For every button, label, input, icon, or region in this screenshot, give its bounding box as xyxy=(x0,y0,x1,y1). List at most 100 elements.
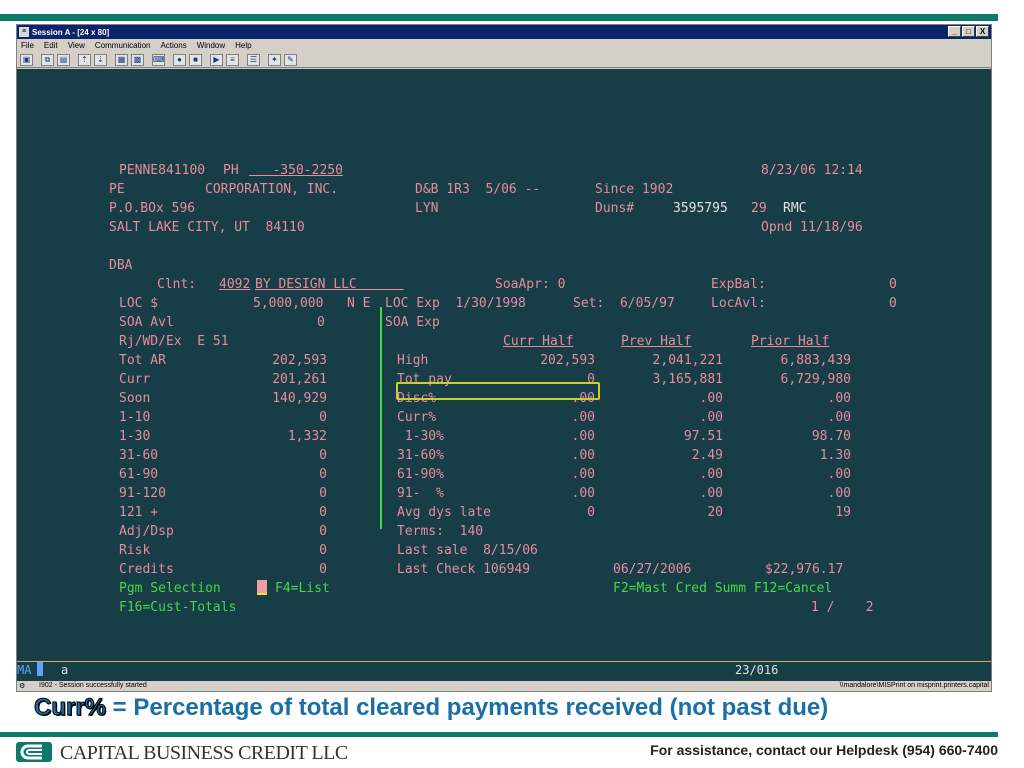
stop-macro-icon[interactable]: ■ xyxy=(189,53,202,66)
soa-available-label: SOA Avl xyxy=(119,315,174,330)
history-curr: 202,593 xyxy=(540,353,595,368)
input-mode-indicator: a xyxy=(61,663,69,677)
history-prev: 97.51 xyxy=(683,429,723,444)
history-label: Curr% xyxy=(397,410,437,425)
menu-file[interactable]: File xyxy=(21,41,34,50)
paste-icon[interactable]: ▤ xyxy=(57,53,70,66)
phone-label: PH xyxy=(223,163,239,178)
help-icon[interactable]: ✎ xyxy=(284,53,297,66)
menu-edit[interactable]: Edit xyxy=(44,41,58,50)
loc-available-value: 0 xyxy=(889,296,897,311)
history-prior: 6,729,980 xyxy=(780,372,851,387)
history-label: 31-60% xyxy=(397,448,444,463)
history-label: High xyxy=(397,353,429,368)
phone-number: -350-2250 xyxy=(249,163,343,178)
history-prior: 6,883,439 xyxy=(780,353,851,368)
macro-list-icon[interactable]: ≡ xyxy=(226,53,239,66)
history-curr: 0 xyxy=(587,505,595,520)
rmc-code: RMC xyxy=(783,201,807,216)
soa-available-value: 0 xyxy=(317,315,325,330)
menu-view[interactable]: View xyxy=(68,41,85,50)
customize-icon[interactable]: ☰ xyxy=(247,53,260,66)
loc-ne: N E xyxy=(347,296,371,311)
minimize-button[interactable]: _ xyxy=(948,26,961,37)
aging-value: 0 xyxy=(319,524,327,539)
company-name: CORPORATION, INC. xyxy=(205,182,339,197)
history-curr: .00 xyxy=(571,429,595,444)
print-screen-icon[interactable]: ▣ xyxy=(20,53,33,66)
history-prev: 2,041,221 xyxy=(652,353,723,368)
aging-label: Risk xyxy=(119,543,151,558)
keyboard-icon[interactable]: ⌨ xyxy=(152,53,165,66)
history-prev: 3,165,881 xyxy=(652,372,723,387)
f4-list-key[interactable]: F4=List xyxy=(275,581,330,597)
aging-label: 91-120 xyxy=(119,486,166,501)
maximize-button[interactable]: □ xyxy=(962,26,975,37)
aging-label: Tot AR xyxy=(119,353,166,368)
aging-value: 0 xyxy=(319,543,327,558)
column-divider xyxy=(380,307,382,529)
address-line: P.O.BOx 596 xyxy=(109,201,196,216)
history-prior: 98.70 xyxy=(811,429,851,444)
history-prior: .00 xyxy=(827,486,851,501)
play-macro-icon[interactable]: ▶ xyxy=(210,53,223,66)
opened-date: Opnd 11/18/96 xyxy=(761,220,863,235)
aging-label: 61-90 xyxy=(119,467,159,482)
loc-label: LOC $ xyxy=(119,296,159,311)
history-curr: .00 xyxy=(571,467,595,482)
menu-actions[interactable]: Actions xyxy=(160,41,186,50)
aging-value: 0 xyxy=(319,448,327,463)
set-date: Set: 6/05/97 xyxy=(573,296,675,311)
pgm-selection-input[interactable] xyxy=(257,580,267,595)
copy-icon[interactable]: ⧉ xyxy=(41,53,54,66)
aging-label: Curr xyxy=(119,372,151,387)
loc-value: 5,000,000 xyxy=(253,296,324,311)
aging-value: 140,929 xyxy=(272,391,327,406)
aging-label: 31-60 xyxy=(119,448,159,463)
aging-label: Credits xyxy=(119,562,174,577)
caption-term: Curr% xyxy=(33,694,107,722)
account-id: PENNE841100 xyxy=(119,163,206,178)
color-icon[interactable]: ▩ xyxy=(131,53,144,66)
pgm-selection-label: Pgm Selection xyxy=(119,581,221,596)
status-message: I902 - Session successfully started xyxy=(39,682,147,689)
history-curr: .00 xyxy=(571,448,595,463)
history-prev: 20 xyxy=(707,505,723,520)
top-accent-stripe xyxy=(0,14,998,21)
company-name-footer: CAPITAL BUSINESS CREDIT LLC xyxy=(60,742,348,764)
window-controls: _ □ X xyxy=(948,26,989,37)
check-date: 06/27/2006 xyxy=(613,562,692,577)
close-button[interactable]: X xyxy=(976,26,989,37)
history-curr: .00 xyxy=(571,486,595,501)
history-prior: 19 xyxy=(835,505,851,520)
toolbar: ▣ ⧉ ▤ ⇡ ⇣ ▦ ▩ ⌨ ● ■ ▶ ≡ ☰ ✦ ✎ xyxy=(17,52,991,68)
duns-label: Duns# xyxy=(595,201,635,216)
aging-value: 0 xyxy=(319,505,327,520)
dnb-rating: D&B 1R3 5/06 -- xyxy=(415,182,541,197)
f2-f12-keys[interactable]: F2=Mast Cred Summ F12=Cancel xyxy=(613,581,832,597)
ma-indicator: MA xyxy=(17,663,32,677)
receive-icon[interactable]: ⇣ xyxy=(94,53,107,66)
send-icon[interactable]: ⇡ xyxy=(78,53,91,66)
title-bar: ≡ Session A - [24 x 80] _ □ X xyxy=(17,25,991,39)
f16-cust-totals-key[interactable]: F16=Cust-Totals xyxy=(119,600,236,616)
menu-help[interactable]: Help xyxy=(235,41,251,50)
soa-approval: SoaApr: 0 xyxy=(495,277,566,292)
since-year: Since 1902 xyxy=(595,182,674,197)
city-state-zip: SALT LAKE CITY, UT 84110 xyxy=(109,220,305,235)
duns-number: 3595795 xyxy=(673,201,728,216)
support-icon[interactable]: ✦ xyxy=(268,53,281,66)
menu-window[interactable]: Window xyxy=(197,41,225,50)
terminal-screen[interactable]: PENNE841100 PH -350-2250 8/23/06 12:14 P… xyxy=(17,69,991,683)
history-prior: .00 xyxy=(827,391,851,406)
loc-available-label: LocAvl: xyxy=(711,296,766,311)
aging-value: 201,261 xyxy=(272,372,327,387)
history-curr: .00 xyxy=(571,410,595,425)
record-macro-icon[interactable]: ● xyxy=(173,53,186,66)
aging-value: 0 xyxy=(319,486,327,501)
display-icon[interactable]: ▦ xyxy=(115,53,128,66)
menu-communication[interactable]: Communication xyxy=(95,41,151,50)
history-prev: .00 xyxy=(699,391,723,406)
check-amount: $22,976.17 xyxy=(765,562,844,577)
slide-caption: Curr% = Percentage of total cleared paym… xyxy=(33,694,828,722)
